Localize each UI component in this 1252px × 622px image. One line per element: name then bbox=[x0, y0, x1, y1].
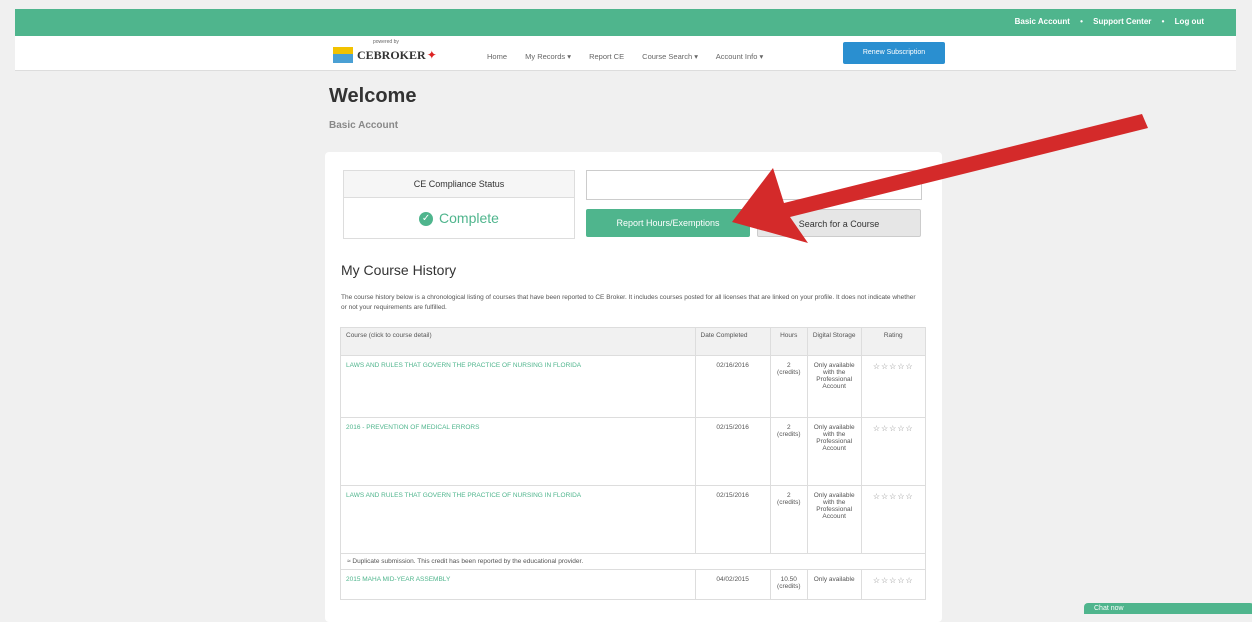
page-subtitle: Basic Account bbox=[329, 120, 399, 131]
compliance-status-box: CE Compliance Status ✓ Complete bbox=[343, 170, 575, 239]
date-cell: 02/16/2016 bbox=[694, 355, 771, 418]
column-storage: Digital Storage bbox=[806, 327, 862, 356]
table-row: 2016 - PREVENTION OF MEDICAL ERRORS 02/1… bbox=[340, 417, 927, 486]
date-cell: 04/02/2015 bbox=[694, 569, 771, 600]
account-links: Basic Account • Support Center • Log out bbox=[1011, 17, 1208, 26]
hours-value: 2 bbox=[786, 362, 791, 369]
course-history-title: My Course History bbox=[341, 262, 457, 278]
date-cell: 02/15/2016 bbox=[694, 485, 771, 554]
logo-tagline: powered by bbox=[373, 39, 399, 45]
hours-unit: (credits) bbox=[777, 431, 801, 438]
course-history-description: The course history below is a chronologi… bbox=[341, 294, 916, 311]
rating-stars[interactable]: ☆☆☆☆☆ bbox=[860, 355, 927, 418]
column-hours[interactable]: Hours bbox=[769, 327, 808, 356]
top-bar: Basic Account • Support Center • Log out bbox=[15, 9, 1236, 36]
nav-course-search[interactable]: Course Search ▾ bbox=[642, 52, 698, 61]
nav-report-ce[interactable]: Report CE bbox=[589, 52, 624, 61]
table-row: 2015 MAHA MID-YEAR ASSEMBLY 04/02/2015 1… bbox=[340, 569, 927, 600]
hours-unit: (credits) bbox=[777, 499, 801, 506]
rating-stars[interactable]: ☆☆☆☆☆ bbox=[860, 485, 927, 554]
hours-value: 10.50 bbox=[780, 576, 797, 583]
storage-cell: Only available with the Professional Acc… bbox=[806, 355, 862, 418]
course-cell: 2015 MAHA MID-YEAR ASSEMBLY bbox=[340, 569, 696, 600]
logo[interactable]: powered by CEBROKER ✦ bbox=[333, 39, 437, 64]
check-circle-icon: ✓ bbox=[419, 212, 434, 227]
hours-unit: (credits) bbox=[777, 583, 801, 590]
rating-stars[interactable]: ☆☆☆☆☆ bbox=[860, 417, 927, 486]
table-row: LAWS AND RULES THAT GOVERN THE PRACTICE … bbox=[340, 355, 927, 418]
renew-subscription-button[interactable]: Renew Subscription bbox=[843, 42, 945, 64]
table-row: LAWS AND RULES THAT GOVERN THE PRACTICE … bbox=[340, 485, 927, 554]
course-cell: LAWS AND RULES THAT GOVERN THE PRACTICE … bbox=[340, 485, 696, 554]
hours-cell: 10.50 (credits) bbox=[769, 569, 808, 600]
hours-value: 2 bbox=[786, 492, 791, 499]
support-center-link[interactable]: Support Center bbox=[1093, 17, 1151, 26]
nav-bar: powered by CEBROKER ✦ Home My Records ▾ … bbox=[15, 36, 1236, 71]
duplicate-note: ≈ Duplicate submission. This credit has … bbox=[340, 553, 926, 570]
compliance-status-value: ✓ Complete bbox=[344, 198, 574, 238]
column-course[interactable]: Course (click to course detail) bbox=[340, 327, 696, 356]
course-cell: LAWS AND RULES THAT GOVERN THE PRACTICE … bbox=[340, 355, 696, 418]
hours-value: 2 bbox=[786, 424, 791, 431]
rating-stars[interactable]: ☆☆☆☆☆ bbox=[860, 569, 927, 600]
nav-account-info[interactable]: Account Info ▾ bbox=[716, 52, 764, 61]
hours-unit: (credits) bbox=[777, 369, 801, 376]
column-rating: Rating bbox=[860, 327, 927, 356]
course-link[interactable]: 2015 MAHA MID-YEAR ASSEMBLY bbox=[346, 576, 450, 583]
main-nav: Home My Records ▾ Report CE Course Searc… bbox=[487, 52, 779, 61]
log-out-link[interactable]: Log out bbox=[1175, 17, 1204, 26]
logo-brand: CEBROKER bbox=[357, 47, 426, 62]
page-title: Welcome bbox=[329, 85, 417, 107]
compliance-status-header: CE Compliance Status bbox=[344, 171, 574, 198]
separator: • bbox=[1080, 17, 1083, 26]
search-input[interactable] bbox=[586, 170, 922, 200]
nav-home[interactable]: Home bbox=[487, 52, 507, 61]
hours-cell: 2 (credits) bbox=[769, 417, 808, 486]
course-link[interactable]: 2016 - PREVENTION OF MEDICAL ERRORS bbox=[346, 424, 479, 431]
course-cell: 2016 - PREVENTION OF MEDICAL ERRORS bbox=[340, 417, 696, 486]
course-link[interactable]: LAWS AND RULES THAT GOVERN THE PRACTICE … bbox=[346, 362, 581, 369]
basic-account-link[interactable]: Basic Account bbox=[1015, 17, 1070, 26]
duplicate-note-row: ≈ Duplicate submission. This credit has … bbox=[340, 553, 926, 570]
course-history-table: Course (click to course detail) Date Com… bbox=[340, 327, 927, 600]
chat-widget[interactable]: Chat now bbox=[1084, 603, 1252, 614]
storage-cell: Only available with the Professional Acc… bbox=[806, 485, 862, 554]
course-link[interactable]: LAWS AND RULES THAT GOVERN THE PRACTICE … bbox=[346, 492, 581, 499]
column-date[interactable]: Date Completed bbox=[694, 327, 771, 356]
storage-cell: Only available with the Professional Acc… bbox=[806, 417, 862, 486]
hours-cell: 2 (credits) bbox=[769, 485, 808, 554]
flame-icon: ✦ bbox=[426, 48, 437, 62]
nav-my-records[interactable]: My Records ▾ bbox=[525, 52, 571, 61]
date-cell: 02/15/2016 bbox=[694, 417, 771, 486]
separator: • bbox=[1161, 17, 1165, 26]
search-course-button[interactable]: Search for a Course bbox=[757, 209, 921, 237]
state-flag-icon bbox=[333, 47, 353, 63]
hours-cell: 2 (credits) bbox=[769, 355, 808, 418]
compliance-status-text: Complete bbox=[439, 210, 499, 226]
storage-cell: Only available bbox=[806, 569, 862, 600]
table-header-row: Course (click to course detail) Date Com… bbox=[340, 327, 927, 356]
report-hours-button[interactable]: Report Hours/Exemptions bbox=[586, 209, 750, 237]
